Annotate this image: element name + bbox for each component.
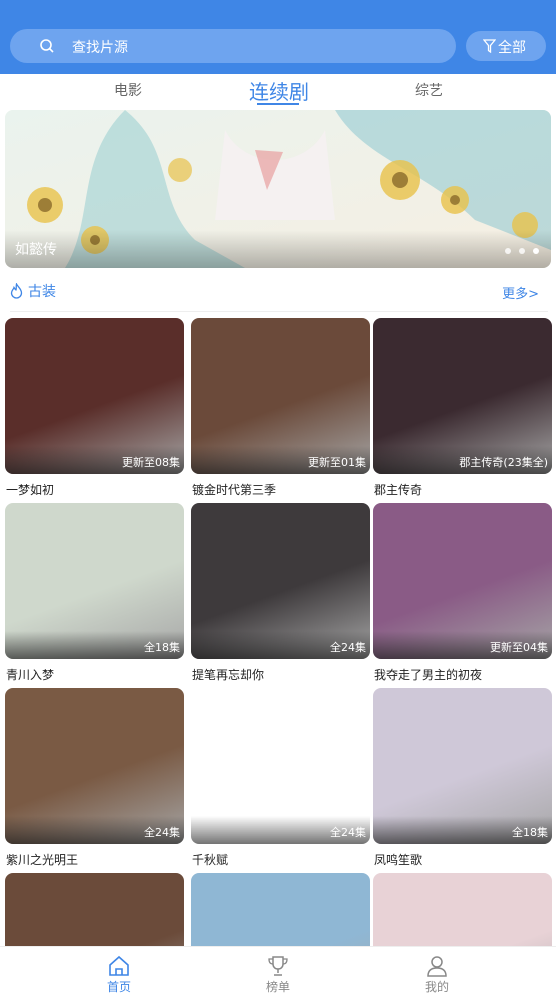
drama-poster[interactable]: 全18集: [5, 503, 184, 659]
search-box[interactable]: 查找片源: [10, 29, 456, 63]
drama-poster[interactable]: 更新至01集: [191, 318, 370, 474]
drama-title[interactable]: 凤鸣笙歌: [374, 851, 422, 868]
filter-button[interactable]: 全部: [466, 31, 546, 61]
fire-icon: [10, 283, 23, 299]
drama-title[interactable]: 郡主传奇: [374, 481, 422, 498]
drama-title[interactable]: 千秋赋: [192, 851, 228, 868]
drama-poster[interactable]: 更新至08集: [5, 318, 184, 474]
more-link[interactable]: 更多>: [502, 283, 539, 302]
drama-poster[interactable]: 全24集: [5, 688, 184, 844]
episode-badge: 全24集: [330, 826, 366, 839]
divider: [10, 311, 548, 312]
trophy-icon: [268, 956, 288, 976]
carousel-dot[interactable]: [505, 248, 511, 254]
banner-overlay: [5, 230, 551, 268]
user-icon: [427, 956, 447, 977]
home-icon: [109, 955, 129, 976]
drama-poster[interactable]: 全18集: [373, 688, 552, 844]
nav-profile-label: 我的: [424, 980, 449, 994]
nav-profile[interactable]: 我的: [397, 947, 477, 998]
episode-badge: 郡主传奇(23集全): [459, 456, 548, 469]
episode-badge: 全18集: [512, 826, 548, 839]
banner-carousel[interactable]: 如懿传: [5, 110, 551, 268]
section-header: 古装 更多>: [0, 277, 556, 309]
bottom-nav: 首页 榜单 我的: [0, 946, 556, 998]
drama-poster[interactable]: 全24集: [191, 688, 370, 844]
episode-badge: 更新至08集: [122, 456, 180, 469]
drama-title[interactable]: 我夺走了男主的初夜: [374, 666, 482, 683]
filter-label: 全部: [498, 40, 526, 56]
episode-badge: 更新至01集: [308, 456, 366, 469]
drama-title[interactable]: 一梦如初: [6, 481, 54, 498]
header-bar: 查找片源 全部: [0, 0, 556, 74]
drama-title[interactable]: 镀金时代第三季: [192, 481, 276, 498]
episode-badge: 全24集: [330, 641, 366, 654]
carousel-dot[interactable]: [519, 248, 525, 254]
drama-title[interactable]: 紫川之光明王: [6, 851, 78, 868]
nav-ranking[interactable]: 榜单: [238, 947, 318, 998]
category-tabs: 电影 连续剧 综艺: [0, 74, 556, 108]
section-title: 古装: [28, 284, 56, 300]
tab-variety[interactable]: 综艺: [415, 80, 443, 100]
drama-poster[interactable]: 更新至04集: [373, 503, 552, 659]
search-icon: [40, 39, 54, 53]
episode-badge: 全18集: [144, 641, 180, 654]
drama-title[interactable]: 提笔再忘却你: [192, 666, 264, 683]
search-placeholder: 查找片源: [72, 40, 128, 56]
drama-poster[interactable]: 全24集: [191, 503, 370, 659]
carousel-dot-active[interactable]: [533, 248, 539, 254]
episode-badge: 全24集: [144, 826, 180, 839]
filter-icon: [483, 39, 496, 53]
drama-title[interactable]: 青川入梦: [6, 666, 54, 683]
drama-poster[interactable]: 郡主传奇(23集全): [373, 318, 552, 474]
banner-title: 如懿传: [15, 242, 57, 258]
nav-home[interactable]: 首页: [79, 947, 159, 998]
episode-badge: 更新至04集: [490, 641, 548, 654]
tab-movie[interactable]: 电影: [114, 80, 142, 100]
nav-home-label: 首页: [106, 980, 131, 994]
tab-series[interactable]: 连续剧: [249, 76, 309, 105]
active-tab-indicator: [257, 103, 299, 105]
nav-ranking-label: 榜单: [265, 980, 290, 994]
